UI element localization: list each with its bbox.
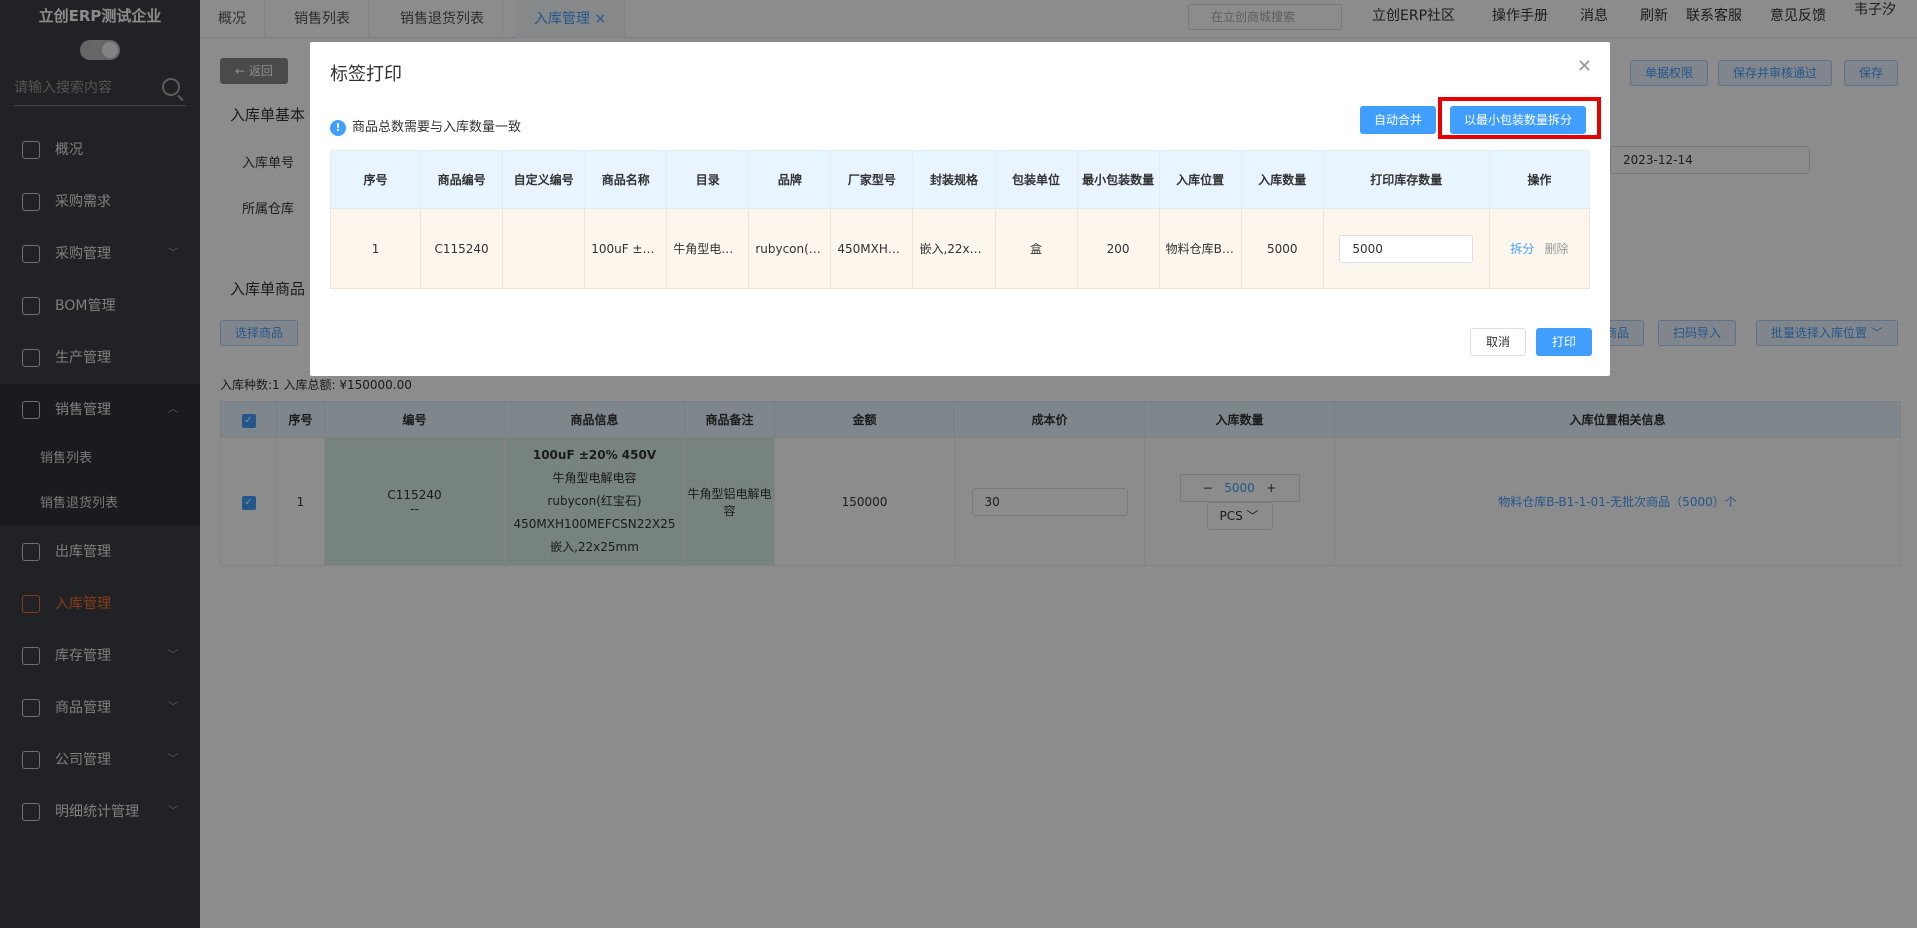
col-header: 序号: [329, 150, 422, 209]
info-icon: !: [330, 119, 346, 136]
cell-location: 物料仓库B-B1-1-01: [1158, 208, 1242, 289]
col-header: 品牌: [748, 150, 832, 209]
cell-goods-code: C115240: [420, 208, 504, 289]
cell-catalog: 牛角型电解电容: [666, 208, 750, 289]
cancel-button[interactable]: 取消: [1470, 328, 1526, 356]
cell-custom-code: [502, 208, 586, 289]
cell-print-qty: 5000: [1322, 208, 1490, 289]
col-header: 封装规格: [912, 150, 996, 209]
cell-actions: 拆分 删除: [1488, 208, 1591, 289]
col-header: 商品编号: [420, 150, 504, 209]
split-link[interactable]: 拆分: [1510, 242, 1534, 256]
label-print-dialog: 标签打印 ✕ ! 商品总数需要与入库数量一致 自动合并 以最小包装数量拆分 序号 …: [310, 42, 1610, 376]
delete-link[interactable]: 删除: [1544, 242, 1568, 256]
label-print-table: 序号 商品编号 自定义编号 商品名称 目录 品牌 厂家型号 封装规格 包装单位 …: [329, 150, 1591, 289]
cell-model: 450MXH100MEFCSN22X25: [830, 208, 914, 289]
cell-unit: 盒: [994, 208, 1078, 289]
col-header: 厂家型号: [830, 150, 914, 209]
cell-goods-name: 100uF ±20% 450V: [584, 208, 668, 289]
cell-index: 1: [329, 208, 422, 289]
print-qty-input[interactable]: 5000: [1339, 234, 1474, 263]
close-icon[interactable]: ✕: [1577, 56, 1592, 77]
auto-merge-button[interactable]: 自动合并: [1360, 106, 1437, 134]
cell-min-package: 200: [1076, 208, 1160, 289]
col-header: 目录: [666, 150, 750, 209]
table-row: 1 C115240 100uF ±20% 450V 牛角型电解电容 rubyco…: [329, 208, 1591, 289]
col-header: 入库位置: [1158, 150, 1242, 209]
col-header: 最小包装数量: [1076, 150, 1160, 209]
notice-text: 商品总数需要与入库数量一致: [352, 120, 522, 135]
dialog-title: 标签打印: [330, 64, 402, 85]
col-header: 自定义编号: [502, 150, 586, 209]
cell-package: 嵌入,22x25mm: [912, 208, 996, 289]
col-header: 包装单位: [994, 150, 1078, 209]
print-button[interactable]: 打印: [1536, 328, 1592, 356]
col-header: 操作: [1488, 150, 1591, 209]
quantity-notice: ! 商品总数需要与入库数量一致: [330, 116, 521, 136]
col-header: 商品名称: [584, 150, 668, 209]
cell-brand: rubycon(红宝石): [748, 208, 832, 289]
cell-inbound-qty: 5000: [1240, 208, 1324, 289]
col-header: 入库数量: [1240, 150, 1324, 209]
highlight-box: [1438, 97, 1601, 139]
col-header: 打印库存数量: [1322, 150, 1490, 209]
